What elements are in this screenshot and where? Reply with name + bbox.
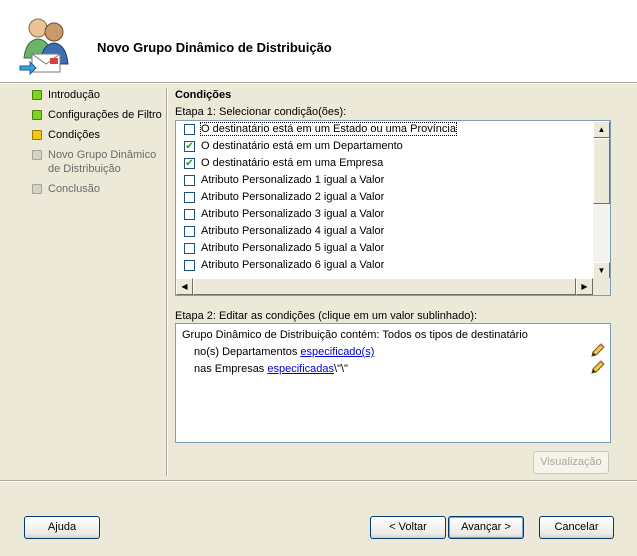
- condition-label: Atributo Personalizado 3 igual a Valor: [201, 208, 385, 220]
- header-divider: [0, 82, 637, 84]
- condition-checkbox[interactable]: [184, 226, 195, 237]
- condition-item[interactable]: Atributo Personalizado 6 igual a Valor: [176, 257, 593, 274]
- back-button[interactable]: < Voltar: [370, 516, 446, 539]
- condition-label: Atributo Personalizado 5 igual a Valor: [201, 242, 385, 254]
- condition-label: O destinatário está em um Estado ou uma …: [200, 122, 457, 136]
- condition-label: O destinatário está em um Departamento: [201, 140, 403, 152]
- step-label: Novo Grupo Dinâmico de Distribuição: [48, 149, 157, 175]
- condition-item[interactable]: O destinatário está em um Estado ou uma …: [176, 121, 593, 138]
- scroll-up-icon[interactable]: ▲: [593, 121, 610, 138]
- condition-checkbox[interactable]: [184, 209, 195, 220]
- condition-checkbox[interactable]: ✔: [184, 141, 195, 152]
- wizard-title: Novo Grupo Dinâmico de Distribuição: [97, 40, 332, 55]
- step-novo-grupo: Novo Grupo Dinâmico de Distribuição: [30, 148, 165, 176]
- condition-item[interactable]: Atributo Personalizado 3 igual a Valor: [176, 206, 593, 223]
- condition-label: Atributo Personalizado 4 igual a Valor: [201, 225, 385, 237]
- companies-text: nas Empresas: [194, 363, 268, 375]
- step-conclusao: Conclusão: [30, 182, 165, 196]
- next-button[interactable]: Avançar >: [448, 516, 524, 539]
- vertical-scrollbar[interactable]: ▲ ▼: [593, 121, 610, 279]
- pencil-icon[interactable]: [590, 359, 606, 375]
- help-button[interactable]: Ajuda: [24, 516, 100, 539]
- departments-text: no(s) Departamentos: [194, 346, 301, 358]
- condition-item[interactable]: Atributo Personalizado 5 igual a Valor: [176, 240, 593, 257]
- condition-checkbox[interactable]: [184, 243, 195, 254]
- step-done-icon: [32, 110, 42, 120]
- step-configuracoes-filtro: Configurações de Filtro: [30, 108, 165, 122]
- condition-item[interactable]: ✔ O destinatário está em um Departamento: [176, 138, 593, 155]
- preview-button[interactable]: Visualização: [533, 451, 609, 474]
- pencil-icon[interactable]: [590, 342, 606, 358]
- scroll-right-icon[interactable]: ▶: [576, 278, 593, 295]
- step-condicoes: Condições: [30, 128, 165, 142]
- companies-value: \"\": [334, 363, 348, 375]
- conditions-list[interactable]: O destinatário está em um Estado ou uma …: [175, 120, 611, 296]
- condition-item[interactable]: Atributo Personalizado 2 igual a Valor: [176, 189, 593, 206]
- scroll-left-icon[interactable]: ◀: [176, 278, 193, 295]
- horizontal-scrollbar[interactable]: ◀ ▶: [176, 278, 593, 295]
- group-users-icon: [19, 18, 69, 76]
- condition-checkbox[interactable]: [184, 192, 195, 203]
- step-current-icon: [32, 130, 42, 140]
- footer-divider: [0, 480, 637, 482]
- condition-label: Atributo Personalizado 2 igual a Valor: [201, 191, 385, 203]
- vertical-scroll-thumb[interactable]: [593, 138, 610, 204]
- scroll-corner: [593, 278, 610, 295]
- step-pending-icon: [32, 150, 42, 160]
- step-done-icon: [32, 90, 42, 100]
- condition-checkbox[interactable]: [184, 124, 195, 135]
- step-pending-icon: [32, 184, 42, 194]
- horizontal-scroll-thumb[interactable]: [193, 278, 576, 295]
- condition-checkbox[interactable]: ✔: [184, 158, 195, 169]
- condition-item[interactable]: ✔ O destinatário está em uma Empresa: [176, 155, 593, 172]
- conditions-editor: Grupo Dinâmico de Distribuição contém: T…: [175, 323, 611, 443]
- step-label: Conclusão: [48, 183, 100, 195]
- cancel-button[interactable]: Cancelar: [539, 516, 614, 539]
- condition-item[interactable]: Atributo Personalizado 1 igual a Valor: [176, 172, 593, 189]
- step1-label: Etapa 1: Selecionar condição(ões):: [175, 106, 347, 118]
- section-title: Condições: [175, 89, 232, 101]
- condition-label: O destinatário está em uma Empresa: [201, 157, 384, 169]
- wizard-header: Novo Grupo Dinâmico de Distribuição: [0, 0, 637, 82]
- step-label: Condições: [48, 129, 100, 141]
- steps-divider: [166, 88, 168, 476]
- step-introducao: Introdução: [30, 88, 165, 102]
- condition-checkbox[interactable]: [184, 175, 195, 186]
- step2-label: Etapa 2: Editar as condições (clique em …: [175, 310, 478, 322]
- wizard-steps: Introdução Configurações de Filtro Condi…: [30, 88, 165, 202]
- condition-label: Atributo Personalizado 1 igual a Valor: [201, 174, 385, 186]
- condition-checkbox[interactable]: [184, 260, 195, 271]
- companies-link[interactable]: especificadas: [267, 363, 334, 375]
- scroll-down-icon[interactable]: ▼: [593, 262, 610, 279]
- step-label: Introdução: [48, 89, 100, 101]
- condition-label: Atributo Personalizado 6 igual a Valor: [201, 259, 385, 271]
- edit-line-departments: no(s) Departamentos especificado(s): [182, 344, 604, 361]
- condition-item[interactable]: Atributo Personalizado 4 igual a Valor: [176, 223, 593, 240]
- step-label: Configurações de Filtro: [48, 109, 162, 121]
- departments-link[interactable]: especificado(s): [300, 346, 374, 358]
- edit-line-summary: Grupo Dinâmico de Distribuição contém: T…: [182, 329, 528, 341]
- edit-line-companies: nas Empresas especificadas\"\": [182, 361, 604, 378]
